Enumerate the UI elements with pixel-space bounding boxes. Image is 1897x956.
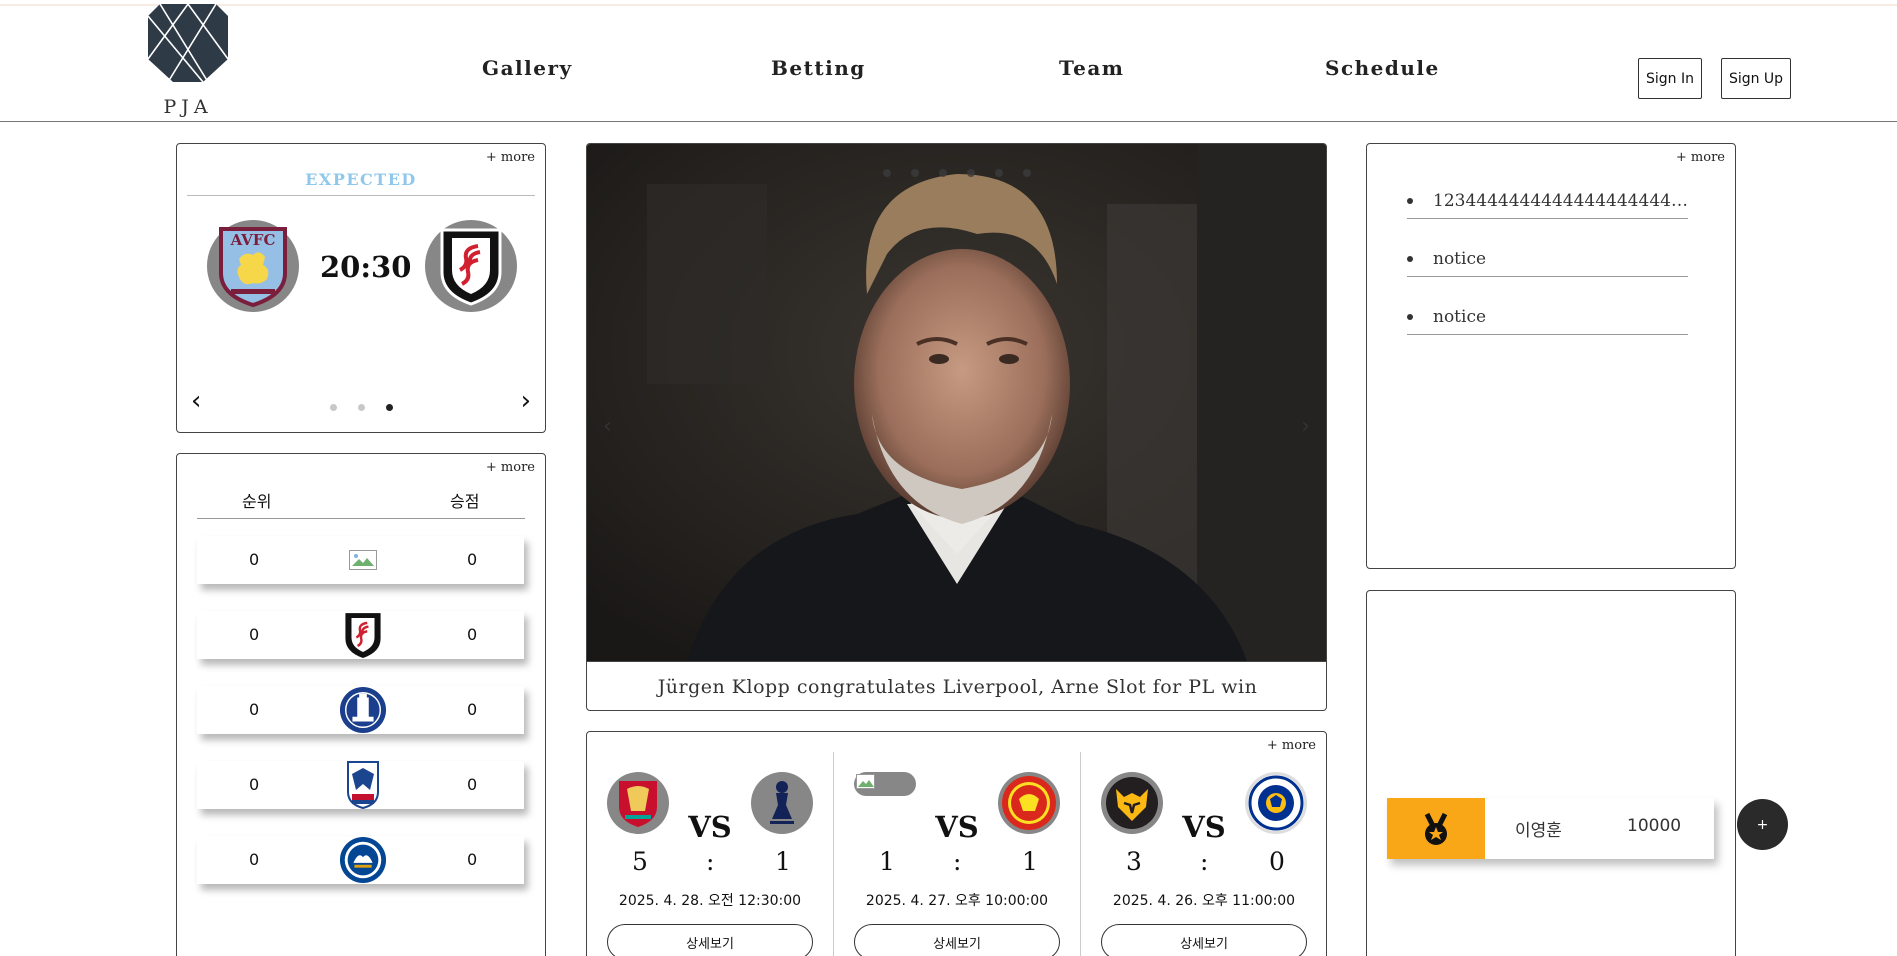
- leicester-city-crest-icon[interactable]: [1245, 772, 1307, 834]
- rank-value: 0: [249, 775, 260, 794]
- news-photo[interactable]: [587, 144, 1327, 661]
- away-score: 0: [1269, 847, 1285, 876]
- news-caption[interactable]: Jürgen Klopp congratulates Liverpool, Ar…: [587, 661, 1326, 710]
- ranking-row[interactable]: 0 0: [197, 836, 524, 884]
- score-separator: :: [1200, 847, 1209, 876]
- home-team-crest[interactable]: AVFC: [207, 220, 299, 312]
- notice-title: notice: [1433, 307, 1487, 327]
- points-value: 0: [467, 850, 478, 869]
- divider: [197, 518, 525, 519]
- notice-panel: + more 1234444444444444444444444444 noti…: [1366, 143, 1736, 569]
- ranking-row[interactable]: 0 0: [197, 536, 524, 584]
- carousel-dot[interactable]: [329, 404, 337, 411]
- match-date: 2025. 4. 27. 오후 10:00:00: [865, 893, 1049, 909]
- hero-dot[interactable]: [938, 169, 947, 177]
- broken-crest-icon[interactable]: [854, 772, 916, 796]
- nav-gallery[interactable]: Gallery: [482, 56, 573, 80]
- nav-team[interactable]: Team: [1059, 56, 1124, 80]
- match-date: 2025. 4. 28. 오전 12:30:00: [618, 893, 802, 909]
- ranking-more-link[interactable]: + more: [486, 460, 535, 475]
- rank-value: 0: [249, 850, 260, 869]
- score-separator: :: [953, 847, 962, 876]
- fulham-crest-icon: [339, 611, 387, 659]
- expected-more-link[interactable]: + more: [486, 150, 535, 165]
- points-value: 0: [467, 775, 478, 794]
- home-score: 5: [632, 847, 648, 876]
- logo-text: PJA: [163, 96, 213, 118]
- notice-title: 1234444444444444444444444444: [1433, 191, 1688, 211]
- detail-button[interactable]: 상세보기: [607, 924, 813, 956]
- fulham-crest-icon: [440, 228, 502, 306]
- hero-next-icon[interactable]: ›: [1301, 414, 1310, 439]
- sign-up-button[interactable]: Sign Up: [1721, 58, 1791, 99]
- notice-title: notice: [1433, 249, 1487, 269]
- expected-label: EXPECTED: [305, 170, 417, 189]
- crystal-palace-crest-icon: [339, 761, 387, 810]
- hero-prev-icon[interactable]: ‹: [603, 414, 612, 439]
- match-result: VS 3 : 0 2025. 4. 26. 오후 11:00:00 상세보기: [1081, 732, 1327, 956]
- nav-betting[interactable]: Betting: [771, 56, 866, 80]
- home-score: 3: [1126, 847, 1142, 876]
- next-arrow-icon[interactable]: ›: [521, 386, 531, 416]
- rank-value: 0: [249, 625, 260, 644]
- tottenham-crest-icon[interactable]: [751, 772, 813, 834]
- hero-dot[interactable]: [882, 169, 891, 177]
- expected-match-panel: + more EXPECTED AVFC 20:30 ‹ ›: [176, 143, 546, 433]
- carousel-dots: [177, 404, 545, 411]
- detail-button[interactable]: 상세보기: [854, 924, 1060, 956]
- notice-item[interactable]: notice: [1407, 247, 1688, 277]
- match-date: 2025. 4. 26. 오후 11:00:00: [1112, 893, 1296, 909]
- notice-item[interactable]: 1234444444444444444444444444: [1407, 189, 1688, 219]
- hero-dot[interactable]: [1022, 169, 1031, 177]
- broken-image-icon: [339, 536, 387, 584]
- points-header: 승점: [450, 492, 480, 511]
- everton-crest-icon: [339, 686, 387, 734]
- logo-icon[interactable]: [148, 4, 228, 84]
- hero-dot[interactable]: [966, 169, 975, 177]
- hero-dot[interactable]: [994, 169, 1003, 177]
- results-panel: + more VS 5 : 1 2025. 4. 28. 오전 12:30:00…: [586, 731, 1327, 956]
- kickoff-time: 20:30: [320, 250, 412, 284]
- detail-button[interactable]: 상세보기: [1101, 924, 1307, 956]
- user-panel: 이영훈 10000: [1366, 590, 1736, 956]
- hero-carousel-dots: [587, 169, 1326, 177]
- rank-header: 순위: [242, 492, 272, 511]
- away-score: 1: [775, 847, 791, 876]
- aston-villa-crest-text: AVFC: [230, 231, 276, 249]
- carousel-dot[interactable]: [357, 404, 365, 411]
- prev-arrow-icon[interactable]: ‹: [191, 386, 201, 416]
- sign-in-button[interactable]: Sign In: [1638, 58, 1702, 99]
- divider: [187, 195, 535, 196]
- score-separator: :: [706, 847, 715, 876]
- away-score: 1: [1022, 847, 1038, 876]
- site-header: PJA Gallery Betting Team Schedule Sign I…: [0, 0, 1897, 122]
- chelsea-crest-icon: [339, 836, 387, 884]
- news-hero[interactable]: ‹ › Jürgen Klopp congratulates Liverpool…: [586, 143, 1327, 711]
- ranking-row[interactable]: 0 0: [197, 761, 524, 810]
- away-team-crest[interactable]: [425, 220, 517, 312]
- notice-item[interactable]: notice: [1407, 305, 1688, 335]
- carousel-dot-active[interactable]: [385, 404, 393, 411]
- ranking-row[interactable]: 0 0: [197, 686, 524, 734]
- rank-value: 0: [249, 550, 260, 569]
- match-result: VS 1 : 1 2025. 4. 27. 오후 10:00:00 상세보기: [834, 732, 1080, 956]
- aston-villa-crest-icon: AVFC: [219, 227, 287, 307]
- ranking-row[interactable]: 0 0: [197, 611, 524, 659]
- add-button[interactable]: +: [1737, 799, 1788, 850]
- notice-more-link[interactable]: + more: [1676, 150, 1725, 165]
- match-result: VS 5 : 1 2025. 4. 28. 오전 12:30:00 상세보기: [587, 732, 833, 956]
- manchester-united-crest-icon[interactable]: [998, 772, 1060, 834]
- user-points: 10000: [1627, 816, 1682, 836]
- hero-dot[interactable]: [910, 169, 919, 177]
- home-score: 1: [879, 847, 895, 876]
- user-card[interactable]: 이영훈 10000: [1387, 798, 1714, 859]
- ranking-panel: + more 순위 승점 0 0 0 0 0 0 0 0 0 0: [176, 453, 546, 956]
- user-name: 이영훈: [1515, 821, 1562, 841]
- rank-value: 0: [249, 700, 260, 719]
- points-value: 0: [467, 700, 478, 719]
- points-value: 0: [467, 550, 478, 569]
- nav-schedule[interactable]: Schedule: [1325, 56, 1440, 80]
- points-value: 0: [467, 625, 478, 644]
- medal-icon: [1387, 798, 1485, 859]
